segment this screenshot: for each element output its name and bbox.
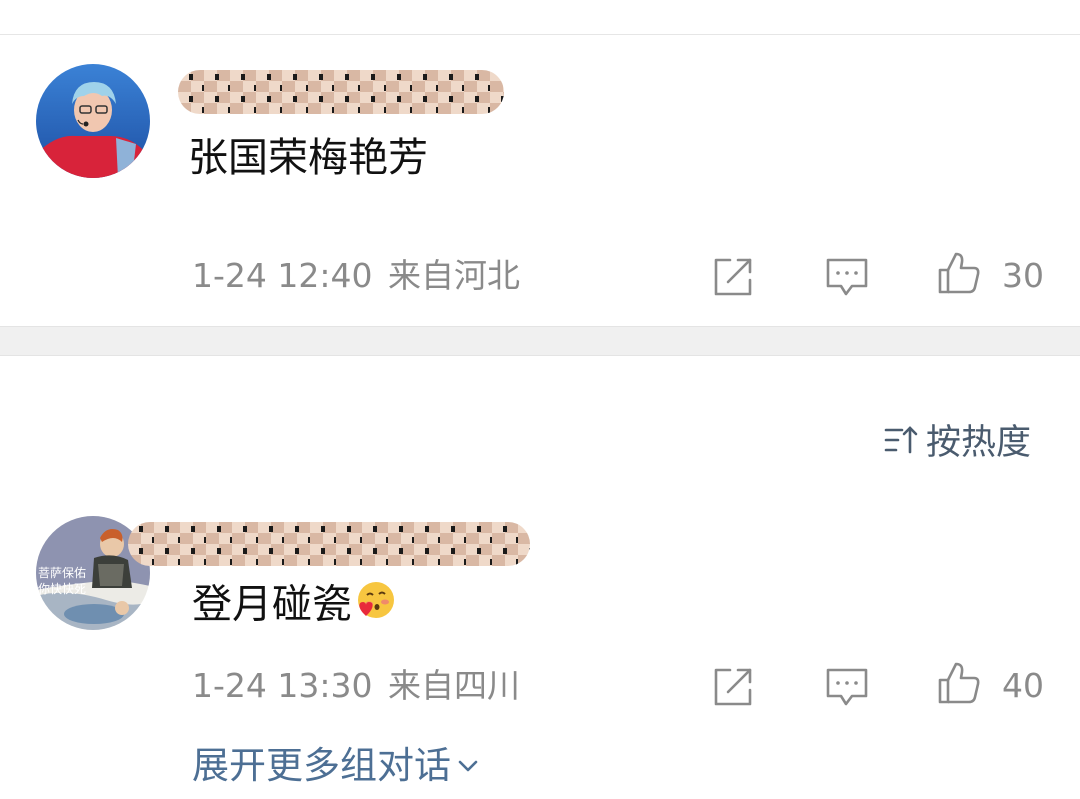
section-divider <box>0 326 1080 356</box>
comment-item: 张国荣梅艳芳 1-24 12:40 来自河北 30 <box>0 0 1080 326</box>
expand-more-conversations[interactable]: 展开更多组对话 <box>192 742 481 790</box>
comment-time: 1-24 13:30 <box>192 666 373 705</box>
username-obscured[interactable] <box>178 70 504 114</box>
comment-time: 1-24 12:40 <box>192 256 373 295</box>
share-icon[interactable] <box>710 254 756 300</box>
like-icon[interactable] <box>936 660 982 706</box>
like-count: 40 <box>1002 666 1044 705</box>
sort-icon <box>884 425 918 453</box>
avatar[interactable]: 菩萨保佑 你快快死 <box>36 516 150 630</box>
username-obscured[interactable] <box>128 522 530 566</box>
like-count: 30 <box>1002 256 1044 295</box>
avatar-caption: 菩萨保佑 <box>38 566 87 580</box>
comment-text: 张国荣梅艳芳 <box>188 135 428 181</box>
chevron-down-icon <box>458 760 478 772</box>
comment-location: 来自河北 <box>388 256 520 295</box>
avatar[interactable] <box>36 64 150 178</box>
comment-icon[interactable] <box>824 664 870 710</box>
expand-label: 展开更多组对话 <box>192 744 451 787</box>
sort-label: 按热度 <box>926 423 1032 463</box>
avatar-caption: 你快快死 <box>38 582 87 596</box>
sort-toggle[interactable]: 按热度 <box>884 414 1031 465</box>
comment-text-content: 登月碰瓷 <box>192 581 352 628</box>
blushing-heart-face-emoji <box>354 580 396 633</box>
comment-location: 来自四川 <box>388 666 520 705</box>
comment-icon[interactable] <box>824 254 870 300</box>
like-icon[interactable] <box>936 250 982 296</box>
share-icon[interactable] <box>710 664 756 710</box>
comment-text: 登月碰瓷 <box>192 580 396 633</box>
